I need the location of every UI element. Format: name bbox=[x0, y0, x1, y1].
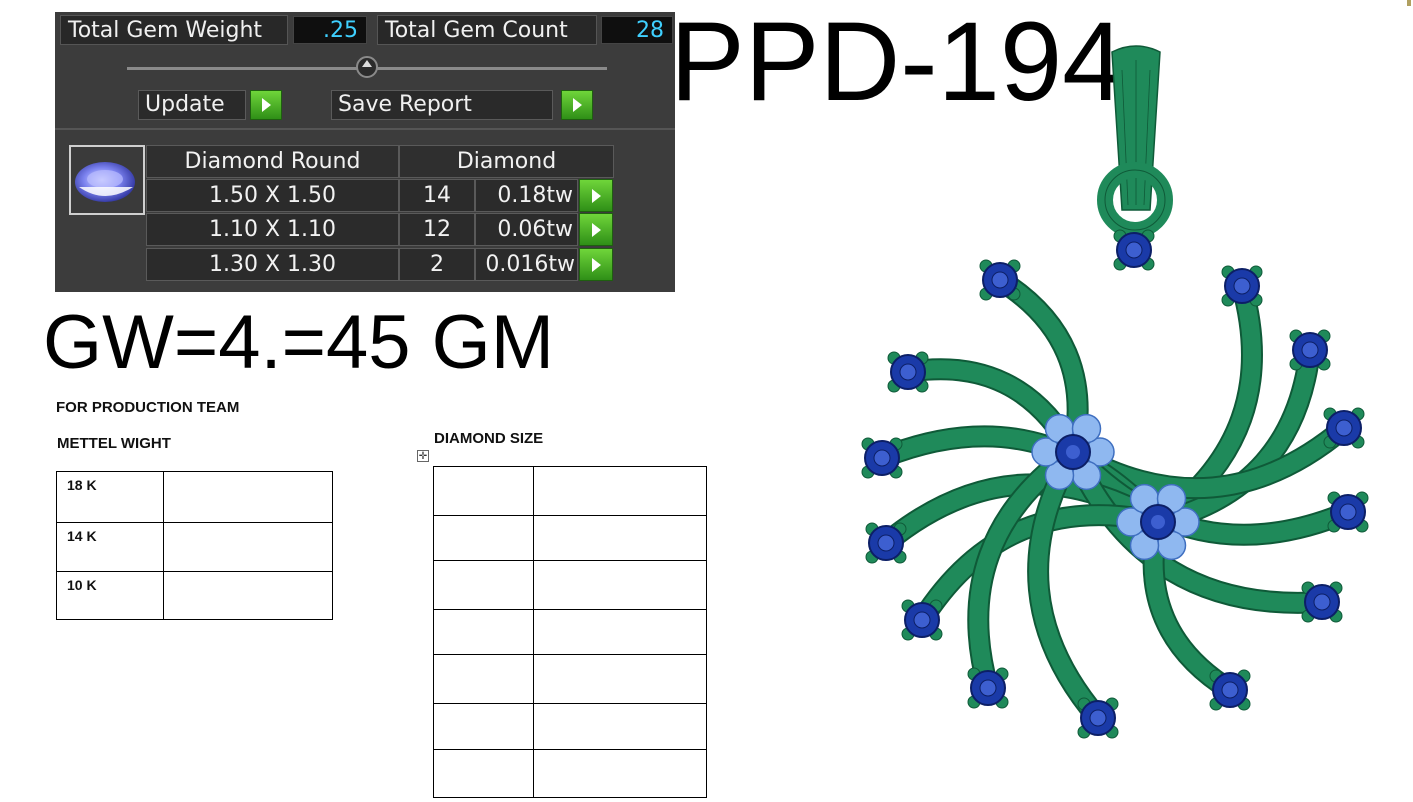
metal-weight-cell[interactable] bbox=[163, 522, 333, 572]
header-diamond-round: Diamond Round bbox=[146, 145, 399, 178]
diamond-size-cell[interactable] bbox=[433, 466, 534, 516]
update-go-icon[interactable] bbox=[250, 90, 282, 120]
karat-cell: 10 K bbox=[56, 571, 164, 620]
move-cross-icon[interactable]: ✛ bbox=[417, 450, 429, 462]
stone-table bbox=[991, 271, 1009, 289]
gem-report-panel: Total Gem Weight .25 Total Gem Count 28 … bbox=[55, 12, 675, 292]
diamond-size-table bbox=[433, 466, 707, 798]
diamond-size-cell[interactable] bbox=[433, 654, 534, 704]
total-gem-count-label: Total Gem Count bbox=[377, 15, 597, 45]
slider-knob-icon[interactable] bbox=[356, 56, 378, 78]
center-stone-table bbox=[1066, 445, 1080, 459]
diamond-size-cell[interactable] bbox=[433, 515, 534, 561]
stone-table bbox=[1339, 503, 1357, 521]
diamond-value-cell[interactable] bbox=[533, 654, 707, 704]
metal-weight-heading: METTEL WIGHT bbox=[57, 435, 171, 452]
stone-table bbox=[1301, 341, 1319, 359]
table-row bbox=[433, 703, 707, 750]
table-row: 14 K bbox=[56, 522, 333, 572]
stone-table bbox=[1221, 681, 1239, 699]
table-row bbox=[433, 466, 707, 516]
diamond-value-cell[interactable] bbox=[533, 703, 707, 750]
diamond-size-heading: DIAMOND SIZE bbox=[434, 430, 544, 447]
stone-table bbox=[913, 611, 931, 629]
gross-weight-text: GW=4.=45 GM bbox=[43, 300, 555, 385]
gem-row-2-size: 1.10 X 1.10 bbox=[146, 213, 399, 246]
gem-row-1-go-icon[interactable] bbox=[579, 179, 613, 212]
diamond-value-cell[interactable] bbox=[533, 466, 707, 516]
pendant-bail bbox=[1097, 45, 1173, 238]
karat-cell: 18 K bbox=[56, 471, 164, 523]
pendant-arms bbox=[871, 269, 1359, 729]
gem-row-3-go-icon[interactable] bbox=[579, 248, 613, 281]
gem-row-2-count: 12 bbox=[399, 213, 475, 246]
diamond-size-cell[interactable] bbox=[433, 609, 534, 655]
table-row: 10 K bbox=[56, 571, 333, 620]
production-heading: FOR PRODUCTION TEAM bbox=[56, 399, 240, 416]
metal-weight-cell[interactable] bbox=[163, 471, 333, 523]
panel-divider bbox=[55, 128, 675, 130]
stone-table bbox=[1125, 241, 1143, 259]
gem-row-2-go-icon[interactable] bbox=[579, 213, 613, 246]
diamond-value-cell[interactable] bbox=[533, 515, 707, 561]
stone-table bbox=[1335, 419, 1353, 437]
stone-table bbox=[1313, 593, 1331, 611]
gem-row-1-size: 1.50 X 1.50 bbox=[146, 179, 399, 212]
pendant-render-image bbox=[861, 45, 1369, 739]
table-row bbox=[433, 749, 707, 798]
stone-table bbox=[1233, 277, 1251, 295]
table-row bbox=[433, 609, 707, 655]
center-stone-table bbox=[1151, 515, 1165, 529]
metal-weight-cell[interactable] bbox=[163, 571, 333, 620]
total-gem-weight-value[interactable]: .25 bbox=[293, 16, 367, 44]
stone-table bbox=[979, 679, 997, 697]
gem-row-1-weight: 0.18tw bbox=[475, 179, 578, 212]
total-gem-weight-label: Total Gem Weight bbox=[60, 15, 288, 45]
gem-row-3-count: 2 bbox=[399, 248, 475, 281]
table-row: 18 K bbox=[56, 471, 333, 523]
diamond-value-cell[interactable] bbox=[533, 749, 707, 798]
diamond-value-cell[interactable] bbox=[533, 560, 707, 610]
gem-row-3-size: 1.30 X 1.30 bbox=[146, 248, 399, 281]
gem-row-1-count: 14 bbox=[399, 179, 475, 212]
table-row bbox=[433, 560, 707, 610]
diamond-size-cell[interactable] bbox=[433, 560, 534, 610]
diamond-value-cell[interactable] bbox=[533, 609, 707, 655]
corner-mark bbox=[1407, 0, 1411, 6]
save-report-go-icon[interactable] bbox=[561, 90, 593, 120]
gem-row-3-weight: 0.016tw bbox=[475, 248, 578, 281]
gem-row-2-weight: 0.06tw bbox=[475, 213, 578, 246]
header-diamond: Diamond bbox=[399, 145, 614, 178]
update-button[interactable]: Update bbox=[138, 90, 246, 120]
stone-table bbox=[1089, 709, 1107, 727]
table-row bbox=[433, 515, 707, 561]
total-gem-count-value[interactable]: 28 bbox=[601, 16, 673, 44]
diamond-size-cell[interactable] bbox=[433, 703, 534, 750]
karat-cell: 14 K bbox=[56, 522, 164, 572]
diamond-size-cell[interactable] bbox=[433, 749, 534, 798]
stone-table bbox=[873, 449, 891, 467]
save-report-button[interactable]: Save Report bbox=[331, 90, 553, 120]
save-report-button-label: Save Report bbox=[338, 92, 472, 117]
metal-weight-table: 18 K 14 K 10 K bbox=[56, 471, 333, 620]
table-row bbox=[433, 654, 707, 704]
round-diamond-icon[interactable] bbox=[69, 145, 145, 215]
update-button-label: Update bbox=[145, 92, 225, 117]
stone-table bbox=[877, 534, 895, 552]
stone-table bbox=[899, 363, 917, 381]
